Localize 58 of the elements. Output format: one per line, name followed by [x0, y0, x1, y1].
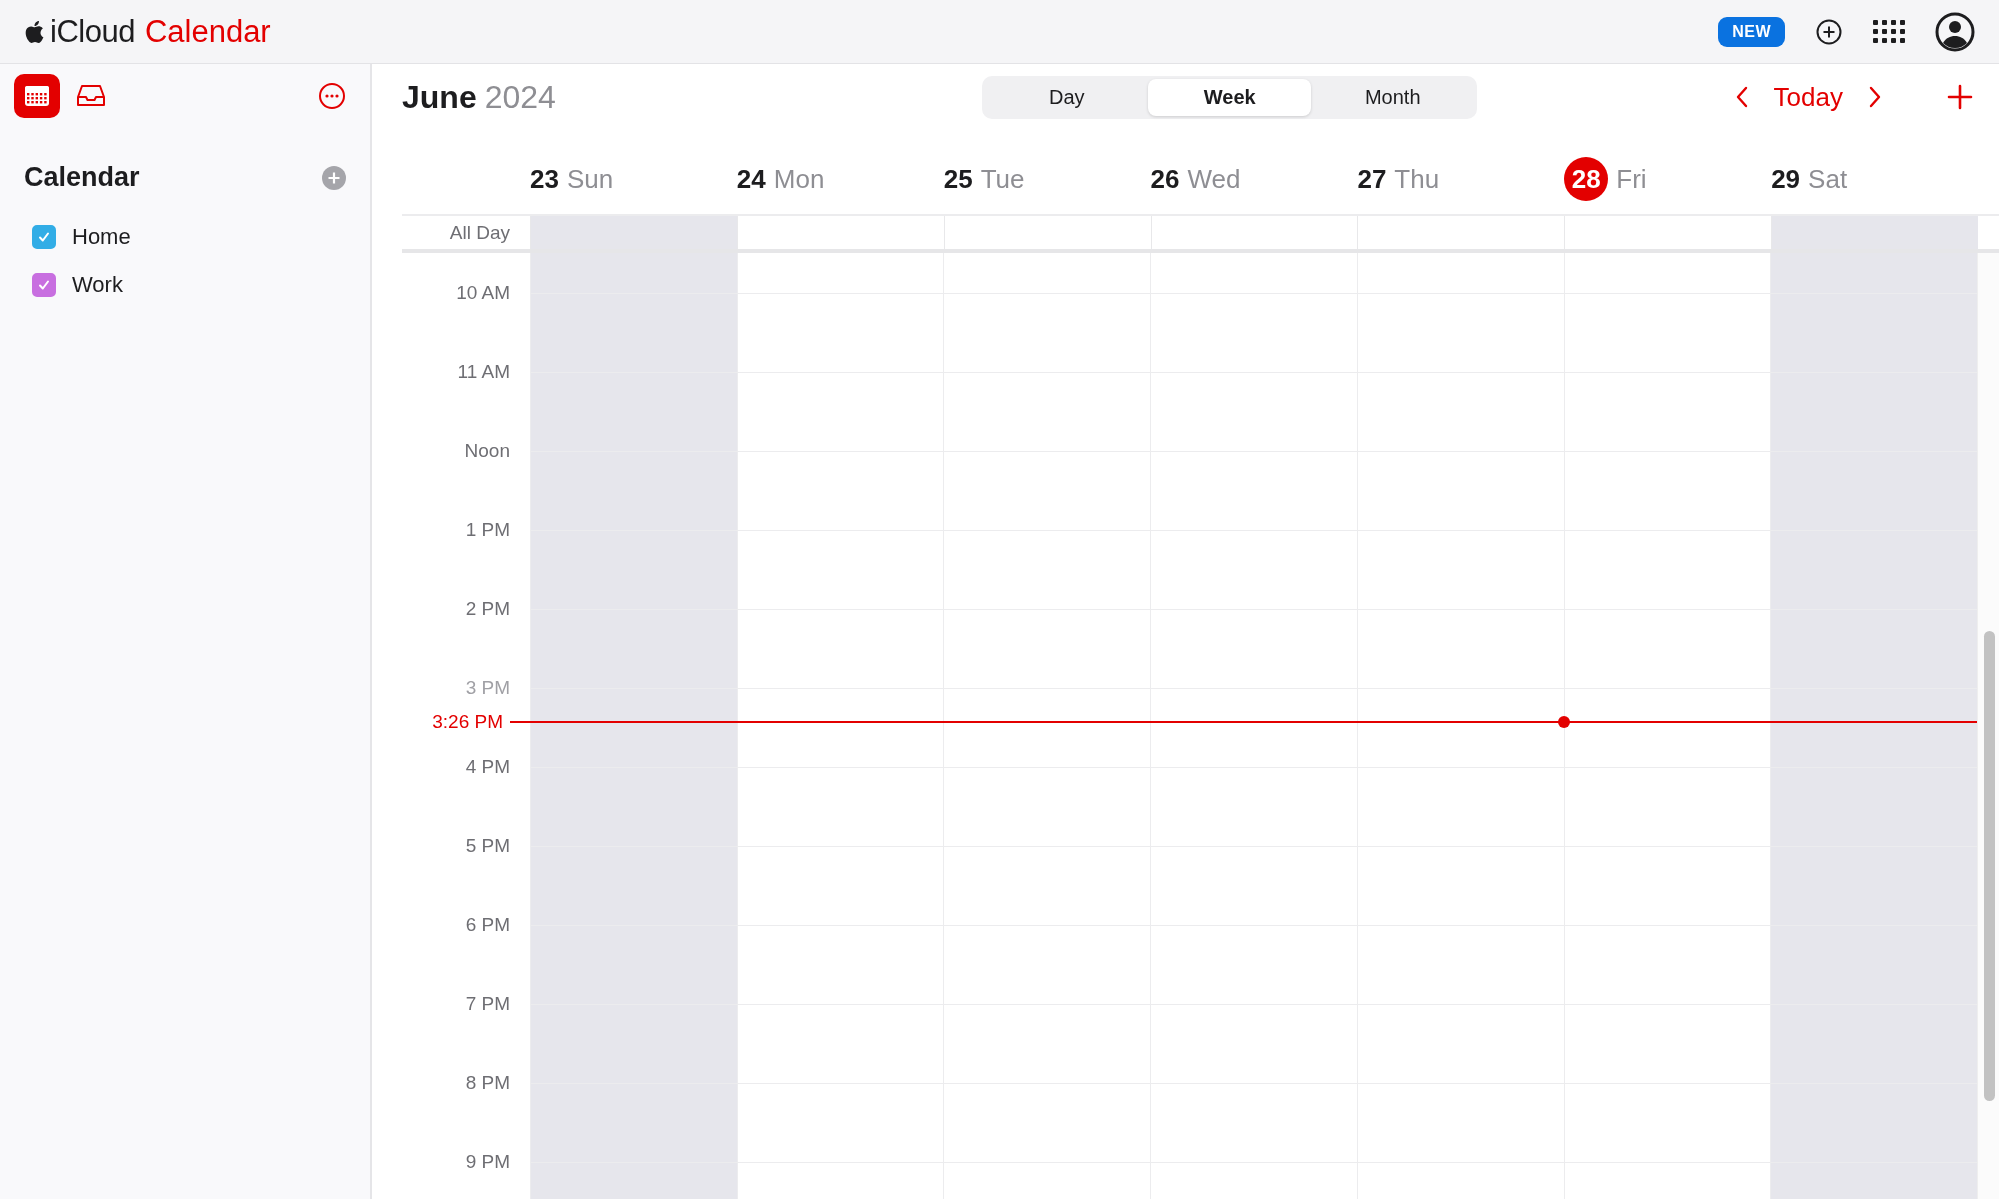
day-date: 23: [530, 163, 559, 195]
hour-label: 8 PM: [465, 1071, 510, 1095]
check-icon: [37, 278, 51, 292]
current-time-label: 3:26 PM: [431, 711, 504, 733]
hour-label: 11 AM: [457, 360, 510, 384]
calendar-name[interactable]: Work: [72, 272, 123, 298]
calendar-view-button[interactable]: [14, 74, 60, 118]
account-icon[interactable]: [1935, 11, 1975, 52]
view-tab[interactable]: Day: [985, 78, 1149, 116]
app-title: Calendar: [144, 13, 271, 50]
more-icon[interactable]: [318, 82, 346, 110]
section-title: Calendar: [24, 162, 140, 193]
scrollbar-thumb[interactable]: [1984, 631, 1995, 1101]
new-badge[interactable]: NEW: [1718, 16, 1785, 47]
all-day-cell[interactable]: [530, 216, 737, 249]
view-tab[interactable]: Month: [1311, 78, 1475, 116]
check-icon: [37, 230, 51, 244]
hour-label: 5 PM: [465, 834, 510, 858]
day-weekday: Mon: [773, 163, 825, 195]
hour-label: 9 PM: [465, 1150, 510, 1174]
app-grid-icon[interactable]: [1873, 19, 1905, 44]
hour-label: 7 PM: [465, 992, 510, 1016]
day-weekday: Sun: [566, 163, 614, 195]
add-circle-icon[interactable]: [1815, 17, 1843, 46]
all-day-cell[interactable]: [1771, 216, 1978, 249]
day-weekday: Fri: [1616, 163, 1647, 195]
brand-name: iCloud: [50, 13, 135, 50]
add-event-icon[interactable]: [1947, 84, 1973, 110]
hour-label: 1 PM: [465, 518, 510, 542]
hour-label: Noon: [464, 439, 510, 463]
calendar-checkbox[interactable]: [32, 273, 56, 297]
day-weekday: Wed: [1187, 163, 1241, 195]
hour-label: 3 PM: [465, 676, 510, 700]
hour-label: 6 PM: [465, 913, 510, 937]
day-date: 29: [1771, 163, 1801, 195]
hour-label: 10 AM: [456, 281, 510, 305]
day-date: 26: [1150, 163, 1180, 195]
day-weekday: Tue: [980, 163, 1025, 195]
calendar-name[interactable]: Home: [72, 224, 131, 250]
calendar-checkbox[interactable]: [32, 225, 56, 249]
apple-logo-icon: [24, 19, 44, 44]
calendar-icon: [24, 85, 50, 107]
today-button[interactable]: Today: [1765, 81, 1851, 113]
hour-label: 4 PM: [465, 755, 510, 779]
inbox-icon[interactable]: [76, 84, 106, 108]
all-day-label: All Day: [449, 221, 510, 244]
view-tab[interactable]: Week: [1148, 78, 1312, 116]
day-date: 28: [1564, 157, 1609, 201]
add-calendar-icon[interactable]: [322, 165, 346, 190]
day-date: 27: [1357, 163, 1387, 195]
day-weekday: Thu: [1394, 163, 1440, 195]
year-label: 2024: [484, 78, 556, 115]
day-date: 25: [943, 163, 973, 195]
month-label: June: [402, 78, 477, 115]
hour-label: 2 PM: [465, 597, 510, 621]
day-date: 24: [736, 163, 766, 195]
next-icon[interactable]: [1867, 85, 1883, 109]
day-weekday: Sat: [1808, 163, 1848, 195]
